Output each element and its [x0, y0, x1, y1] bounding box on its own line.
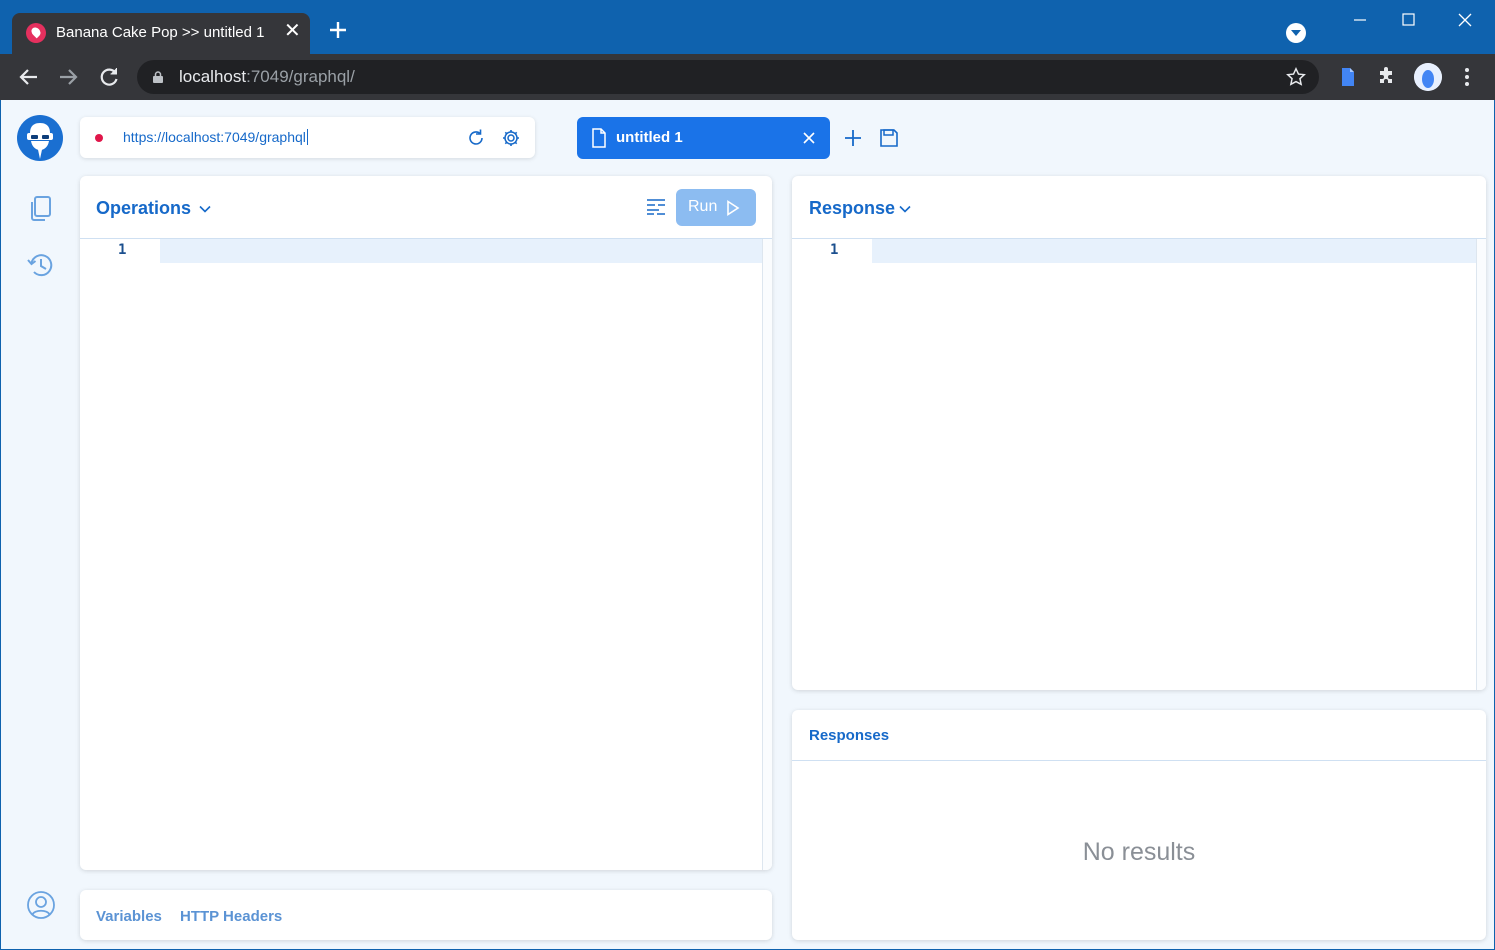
response-panel: Response 1 [792, 176, 1486, 690]
prettify-icon[interactable] [646, 198, 666, 216]
chrome-menu-icon[interactable] [1460, 66, 1474, 88]
responses-panel: Responses No results [792, 710, 1486, 940]
close-icon[interactable] [801, 130, 817, 146]
profile-avatar-icon [1414, 63, 1442, 91]
play-icon [727, 200, 740, 216]
banana-cake-pop-logo[interactable] [17, 115, 63, 161]
operations-active-line[interactable] [160, 239, 762, 263]
history-icon[interactable] [26, 250, 56, 280]
responses-divider [792, 760, 1486, 761]
chevron-down-icon[interactable] [198, 202, 212, 216]
response-header: Response [792, 176, 1486, 239]
back-icon[interactable] [16, 64, 42, 90]
responses-title: Responses [809, 727, 890, 744]
tab-variables[interactable]: Variables [96, 908, 162, 925]
operations-title[interactable]: Operations [96, 198, 191, 219]
logo-mascot-icon [27, 123, 53, 159]
tab-close-icon[interactable]: ✕ [284, 21, 301, 41]
no-results-message: No results [1082, 838, 1196, 866]
forward-icon[interactable] [55, 64, 81, 90]
response-title[interactable]: Response [809, 198, 895, 219]
chrome-profile-avatar[interactable] [1414, 63, 1442, 91]
new-tab-icon[interactable] [326, 18, 350, 42]
endpoint-bar: https://localhost:7049/graphql [80, 117, 535, 158]
document-extension-icon[interactable] [1337, 66, 1359, 88]
extensions-puzzle-icon[interactable] [1376, 66, 1398, 88]
browser-tab[interactable]: Banana Cake Pop >> untitled 1 ✕ [12, 13, 310, 54]
run-button-label: Run [688, 198, 718, 215]
document-tab-label: untitled 1 [616, 129, 683, 146]
response-scrollbar[interactable] [1476, 239, 1486, 690]
banana-cake-pop-favicon-icon [26, 23, 46, 43]
documents-icon[interactable] [26, 193, 56, 223]
endpoint-url-input[interactable]: https://localhost:7049/graphql [123, 129, 308, 145]
chevron-down-icon[interactable] [898, 202, 912, 216]
save-icon[interactable] [879, 128, 899, 148]
run-button[interactable]: Run [676, 189, 756, 226]
lock-icon [153, 71, 163, 83]
operations-panel: Operations Run 1 [80, 176, 772, 870]
banana-cake-pop-app: https://localhost:7049/graphql untitled … [0, 100, 1495, 950]
connection-status-dot [95, 134, 103, 142]
operations-scrollbar[interactable] [762, 239, 772, 870]
response-active-line [872, 239, 1476, 263]
browser-tab-title: Banana Cake Pop >> untitled 1 [56, 24, 265, 41]
account-icon[interactable] [26, 890, 56, 920]
bookmark-star-icon[interactable] [1285, 66, 1307, 88]
document-tab-untitled-1[interactable]: untitled 1 [577, 117, 830, 159]
browser-titlebar: Banana Cake Pop >> untitled 1 ✕ [0, 0, 1495, 54]
variables-headers-bar: Variables HTTP Headers [80, 890, 772, 940]
address-bar[interactable]: localhost:7049/graphql/ [137, 60, 1319, 94]
operations-line-number: 1 [118, 242, 127, 258]
connection-settings-gear-icon[interactable] [501, 128, 521, 148]
add-document-icon[interactable] [843, 128, 863, 148]
minimize-icon[interactable] [1345, 8, 1375, 32]
reload-icon[interactable] [96, 64, 122, 90]
response-line-number: 1 [830, 242, 839, 258]
browser-toolbar: localhost:7049/graphql/ [0, 54, 1495, 100]
refresh-schema-icon[interactable] [466, 128, 486, 148]
file-icon [592, 128, 606, 148]
close-window-icon[interactable] [1450, 8, 1480, 32]
tab-http-headers[interactable]: HTTP Headers [180, 908, 282, 925]
chrome-profile-dropdown-icon[interactable] [1286, 23, 1306, 43]
maximize-icon[interactable] [1393, 8, 1423, 32]
operations-header: Operations Run [80, 176, 772, 239]
address-url: localhost:7049/graphql/ [179, 67, 355, 86]
